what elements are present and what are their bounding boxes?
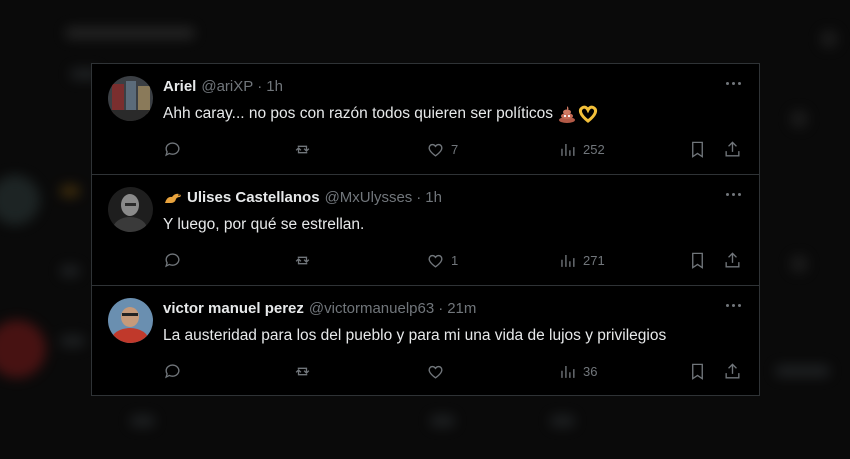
like-button[interactable]: 7 (426, 140, 458, 159)
view-count: 271 (583, 253, 605, 268)
repost-icon (295, 367, 310, 376)
pile-of-poo-emoji (559, 106, 576, 123)
separator-dot: · (438, 300, 444, 317)
bookmark-icon (692, 141, 703, 158)
view-count: 36 (583, 364, 598, 379)
views-button[interactable]: 271 (558, 251, 605, 270)
avatar[interactable] (108, 76, 153, 121)
more-options-icon[interactable] (726, 193, 741, 196)
user-handle[interactable]: @ariXP (201, 78, 253, 95)
tweet-text: Y luego, por qué se estrellan. (163, 216, 365, 233)
separator-dot: · (257, 78, 263, 95)
reply-icon (165, 364, 180, 379)
heart-hands-emoji (579, 105, 598, 123)
timestamp[interactable]: 21m (447, 300, 476, 317)
more-options-icon[interactable] (726, 304, 741, 307)
reply-tweet[interactable]: victor manuel perez @victormanuelp63 · 2… (92, 286, 759, 397)
repost-button[interactable] (293, 362, 312, 381)
views-button[interactable]: 36 (558, 362, 597, 381)
bookmark-icon (692, 252, 703, 269)
dinosaur-emoji (165, 193, 181, 203)
user-handle[interactable]: @MxUlysses (325, 189, 413, 206)
repost-icon (295, 256, 310, 265)
share-button[interactable] (723, 251, 742, 270)
repost-button[interactable] (293, 140, 312, 159)
heart-icon (428, 143, 443, 157)
repost-button[interactable] (293, 251, 312, 270)
like-button[interactable] (426, 362, 451, 381)
reply-tweet[interactable]: Ulises Castellanos @MxUlysses · 1h Y lue… (92, 175, 759, 286)
analytics-icon (561, 254, 575, 267)
bookmark-icon (692, 363, 703, 380)
analytics-icon (561, 143, 575, 156)
user-handle[interactable]: @victormanuelp63 (309, 300, 434, 317)
like-count: 1 (451, 253, 459, 268)
reply-tweet[interactable]: Ariel @ariXP · 1h Ahh caray... no pos co… (92, 64, 759, 175)
share-icon (725, 363, 740, 379)
bookmark-button[interactable] (688, 251, 707, 270)
avatar[interactable] (108, 298, 153, 343)
share-icon (725, 141, 740, 157)
repost-icon (295, 145, 310, 154)
tweet-text: Ahh caray... no pos con razón todos quie… (163, 105, 554, 122)
replies-panel: Ariel @ariXP · 1h Ahh caray... no pos co… (91, 63, 760, 396)
timestamp[interactable]: 1h (425, 189, 442, 206)
display-name[interactable]: Ulises Castellanos (187, 189, 320, 206)
view-count: 252 (583, 142, 605, 157)
heart-icon (428, 365, 443, 379)
views-button[interactable]: 252 (558, 140, 605, 159)
bookmark-button[interactable] (688, 362, 707, 381)
display-name[interactable]: Ariel (163, 78, 196, 95)
reply-button[interactable] (163, 362, 182, 381)
like-button[interactable]: 1 (426, 251, 458, 270)
analytics-icon (561, 365, 575, 378)
share-button[interactable] (723, 362, 742, 381)
more-options-icon[interactable] (726, 82, 741, 85)
tweet-text: La austeridad para los del pueblo y para… (163, 327, 667, 344)
reply-icon (165, 253, 180, 268)
bookmark-button[interactable] (688, 140, 707, 159)
display-name[interactable]: victor manuel perez (163, 300, 304, 317)
share-icon (725, 252, 740, 268)
avatar[interactable] (108, 187, 153, 232)
separator-dot: · (416, 189, 422, 206)
timestamp[interactable]: 1h (266, 78, 283, 95)
heart-icon (428, 254, 443, 268)
reply-button[interactable] (163, 140, 182, 159)
reply-icon (165, 142, 180, 157)
share-button[interactable] (723, 140, 742, 159)
like-count: 7 (451, 142, 459, 157)
reply-button[interactable] (163, 251, 182, 270)
